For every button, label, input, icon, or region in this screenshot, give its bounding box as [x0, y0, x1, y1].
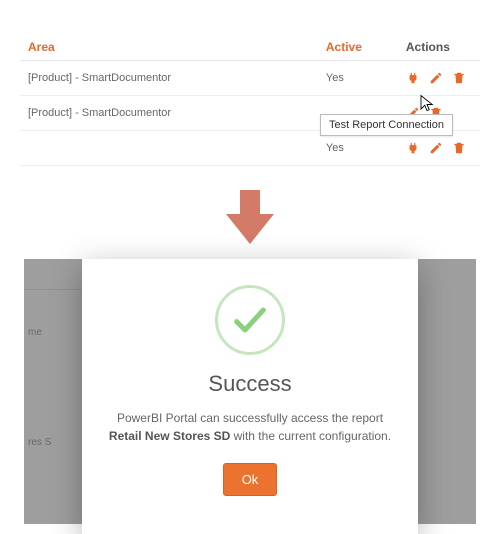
report-table: Area Active Actions [Product] - SmartDoc… [20, 34, 480, 166]
checkmark-icon [215, 285, 285, 355]
col-actions: Actions [398, 34, 480, 61]
edit-icon[interactable] [429, 71, 443, 85]
table-row: [Product] - SmartDocumentor Yes [20, 61, 480, 96]
success-modal: Success PowerBI Portal can successfully … [82, 259, 418, 534]
modal-title: Success [108, 371, 392, 397]
ok-button[interactable]: Ok [223, 463, 278, 496]
cell-area [20, 131, 318, 166]
tooltip-test-connection: Test Report Connection [320, 114, 453, 136]
col-active[interactable]: Active [318, 34, 398, 61]
modal-backdrop: me res S Success PowerBI Portal can succ… [24, 259, 476, 524]
trash-icon[interactable] [452, 71, 466, 85]
bg-fragment: res S [28, 437, 51, 448]
modal-message: PowerBI Portal can successfully access t… [108, 409, 392, 445]
trash-icon[interactable] [452, 141, 466, 155]
plug-icon[interactable] [406, 141, 420, 155]
plug-icon[interactable] [406, 71, 420, 85]
cell-area: [Product] - SmartDocumentor [20, 96, 318, 131]
edit-icon[interactable] [429, 141, 443, 155]
cell-area: [Product] - SmartDocumentor [20, 61, 318, 96]
col-area[interactable]: Area [20, 34, 318, 61]
arrow-down-icon [218, 184, 282, 248]
cell-actions [398, 61, 480, 96]
cell-active: Yes [318, 61, 398, 96]
bg-fragment: me [28, 327, 42, 338]
